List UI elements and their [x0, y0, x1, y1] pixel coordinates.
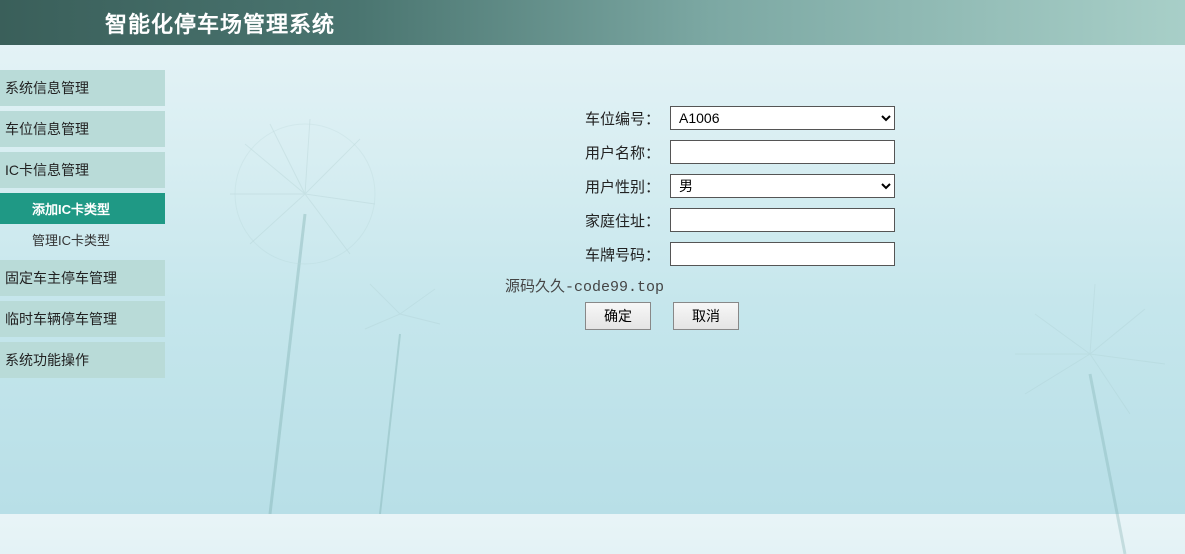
sidebar-item-temp-vehicle[interactable]: 临时车辆停车管理: [0, 301, 165, 337]
sidebar-item-system-ops[interactable]: 系统功能操作: [0, 342, 165, 378]
label-gender: 用户性别：: [585, 176, 670, 197]
select-parking-no[interactable]: A1006: [670, 106, 895, 130]
label-plate: 车牌号码：: [585, 244, 670, 265]
page-title: 智能化停车场管理系统: [105, 7, 335, 39]
sidebar-sub-ic-card: 添加IC卡类型 管理IC卡类型: [0, 193, 165, 255]
sidebar-item-system-info[interactable]: 系统信息管理: [0, 70, 165, 106]
sidebar-item-fixed-owner[interactable]: 固定车主停车管理: [0, 260, 165, 296]
input-plate[interactable]: [670, 242, 895, 266]
input-username[interactable]: [670, 140, 895, 164]
sidebar-item-parking-info[interactable]: 车位信息管理: [0, 111, 165, 147]
label-address: 家庭住址：: [585, 210, 670, 231]
ok-button[interactable]: 确定: [585, 302, 651, 330]
sidebar-nav: 系统信息管理 车位信息管理 IC卡信息管理 添加IC卡类型 管理IC卡类型 固定…: [0, 45, 165, 383]
select-gender[interactable]: 男: [670, 174, 895, 198]
row-gender: 用户性别： 男: [585, 173, 1185, 199]
input-address[interactable]: [670, 208, 895, 232]
sidebar-item-ic-card[interactable]: IC卡信息管理: [0, 152, 165, 188]
main-content: 车位编号： A1006 用户名称： 用户性别： 男 家庭住址： 车牌号码： 源码…: [165, 45, 1185, 383]
sidebar-subitem-manage-ic-type[interactable]: 管理IC卡类型: [0, 224, 165, 255]
row-address: 家庭住址：: [585, 207, 1185, 233]
label-username: 用户名称：: [585, 142, 670, 163]
watermark-text: 源码久久-code99.top: [505, 275, 1185, 296]
label-parking-no: 车位编号：: [585, 108, 670, 129]
button-row: 确定 取消: [585, 302, 1185, 330]
row-plate: 车牌号码：: [585, 241, 1185, 267]
row-username: 用户名称：: [585, 139, 1185, 165]
app-header: 智能化停车场管理系统: [0, 0, 1185, 45]
cancel-button[interactable]: 取消: [673, 302, 739, 330]
sidebar-subitem-add-ic-type[interactable]: 添加IC卡类型: [0, 193, 165, 224]
row-parking-no: 车位编号： A1006: [585, 105, 1185, 131]
